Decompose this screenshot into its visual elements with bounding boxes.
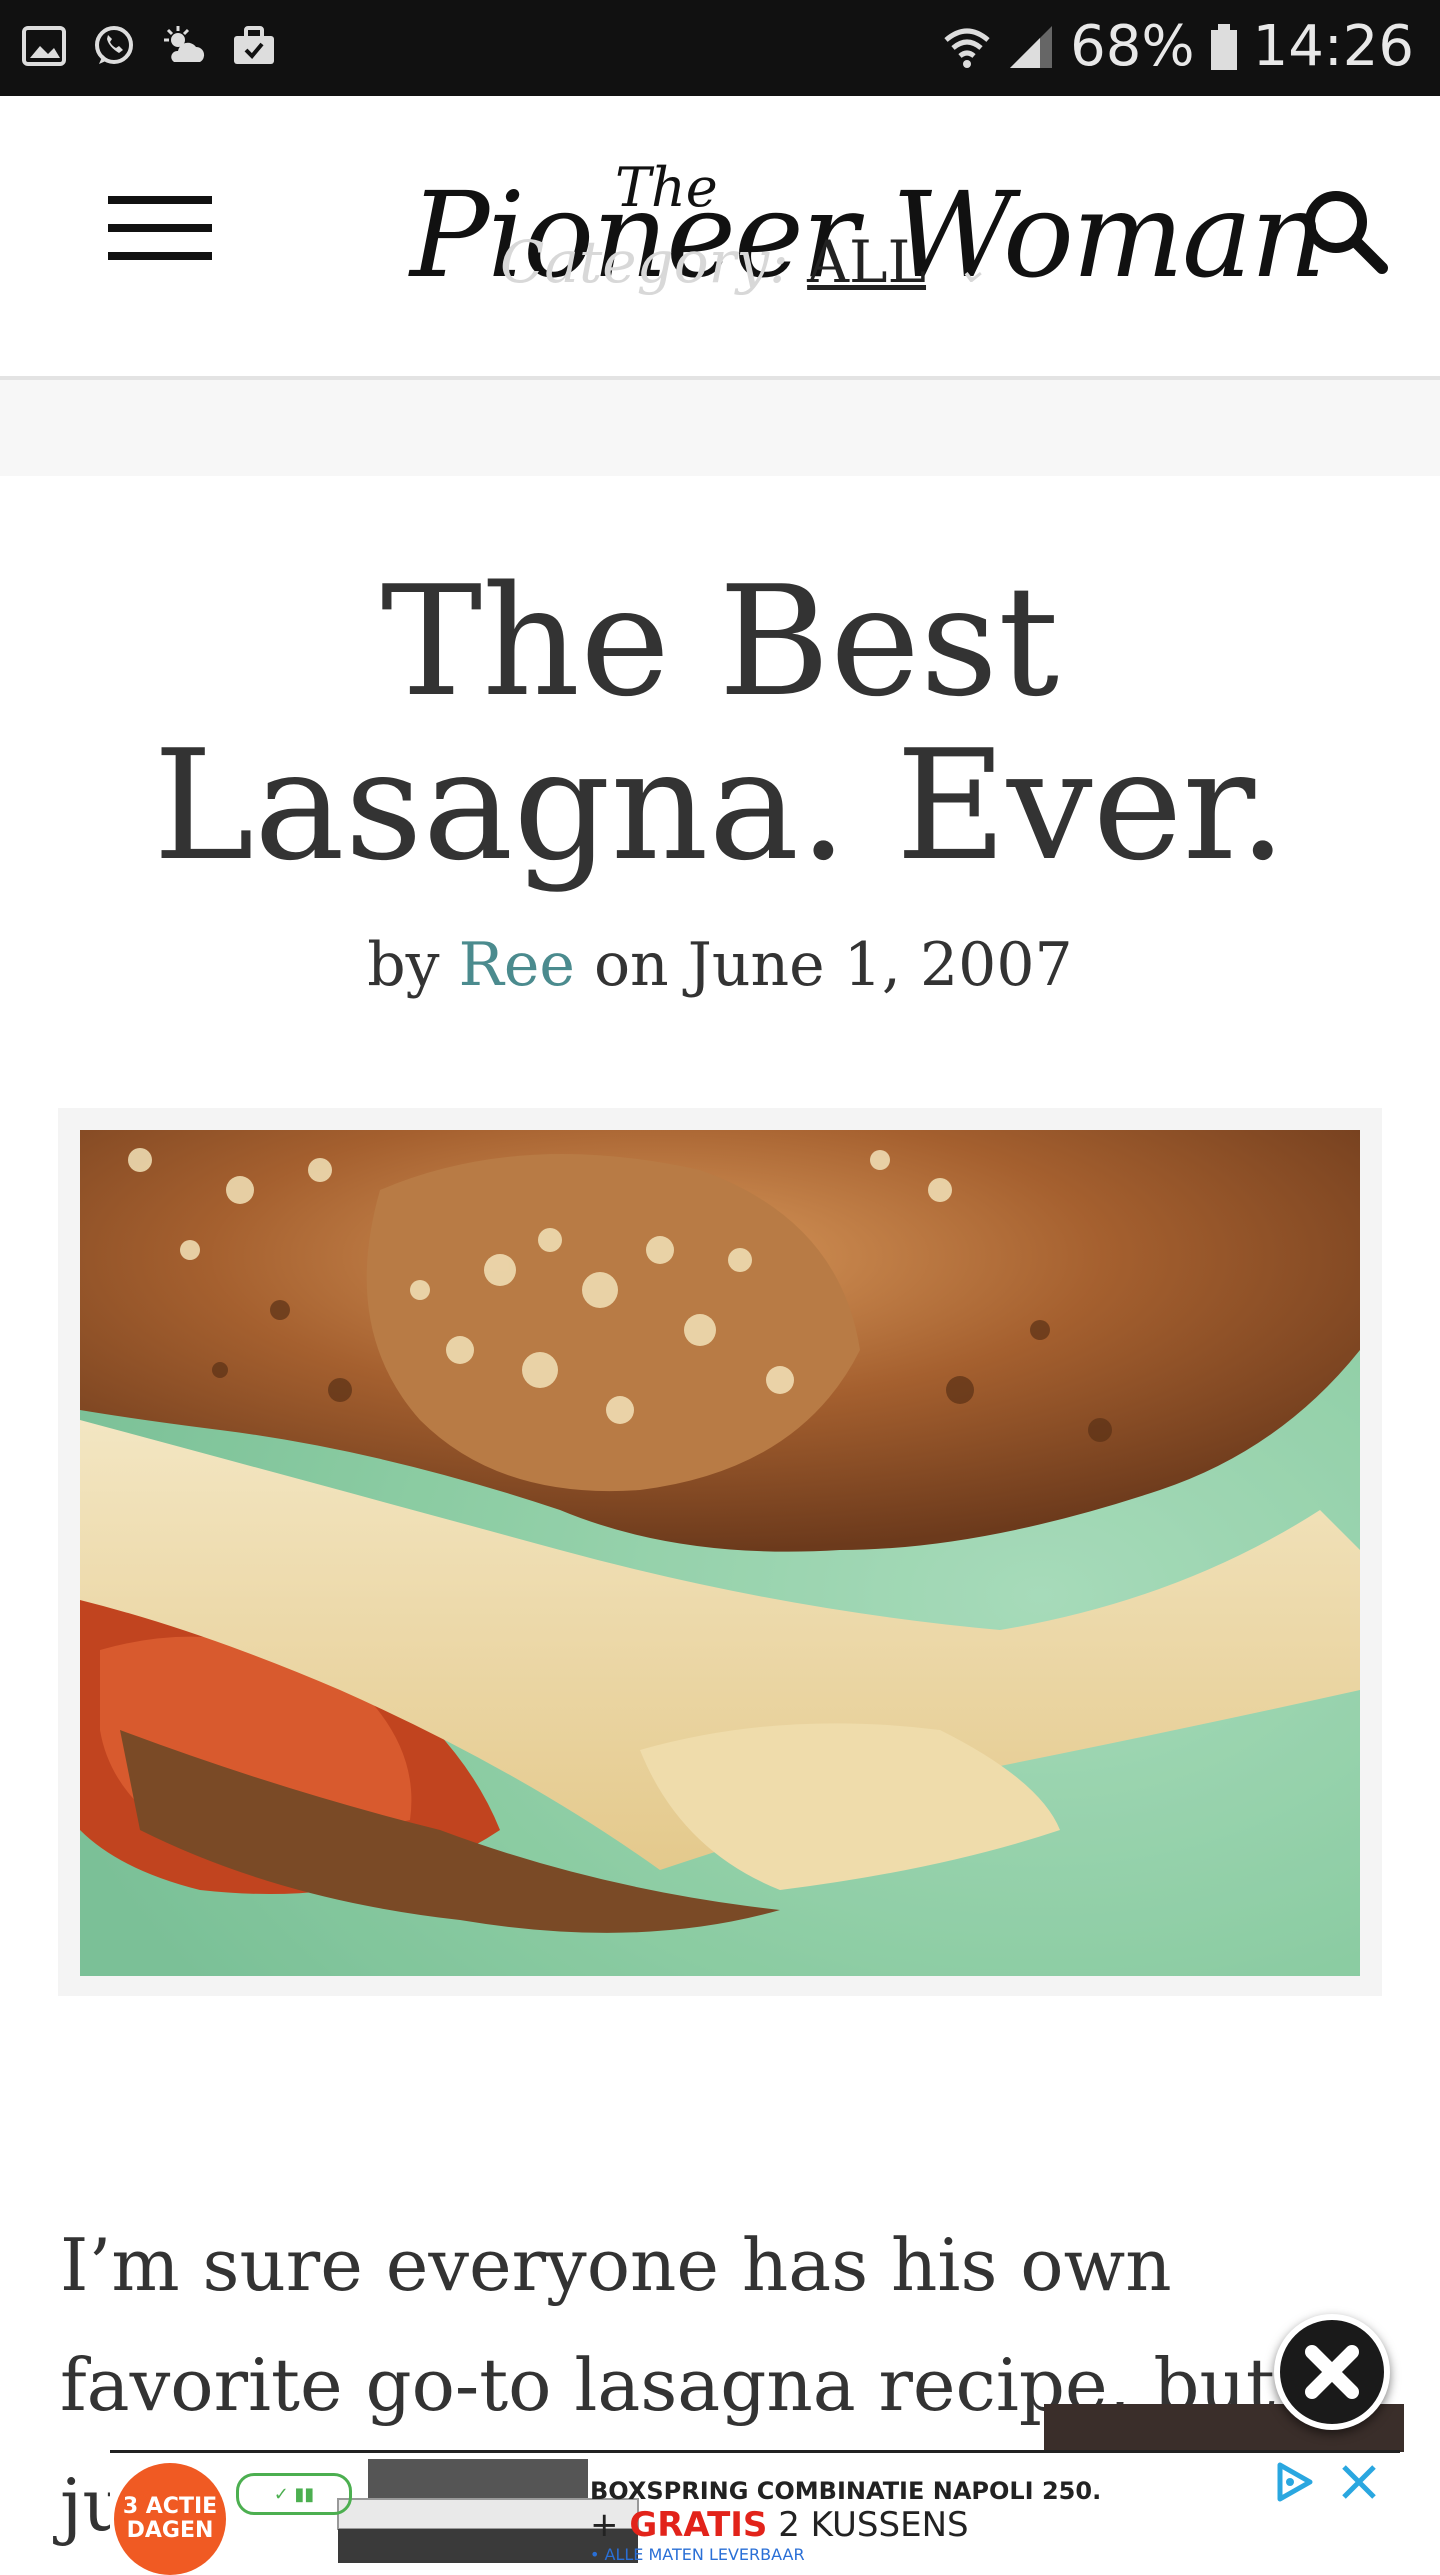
byline-by: by — [367, 930, 440, 1000]
ad-badge: 3 ACTIE DAGEN — [114, 2463, 226, 2575]
signal-icon — [1010, 25, 1053, 68]
article-title: The Best Lasagna. Ever. — [153, 553, 1287, 894]
eco-label-icon: ✓ ▮▮ — [236, 2473, 352, 2515]
lasagna-photo[interactable] — [80, 1130, 1360, 1976]
byline: by Ree on June 1, 2007 — [0, 930, 1440, 1000]
subheader-band — [0, 380, 1440, 476]
battery-icon — [1210, 23, 1237, 70]
ad-plus: + — [590, 2505, 619, 2545]
close-icon[interactable] — [1334, 2457, 1384, 2507]
system-indicators: 68% 14:26 — [942, 14, 1414, 79]
body-line: I’m sure everyone has his own — [60, 2223, 1172, 2307]
ad-banner[interactable]: 3 ACTIE DAGEN ✓ ▮▮ BOXSPRING COMBINATIE … — [110, 2450, 1400, 2575]
ad-headline: BOXSPRING COMBINATIE NAPOLI 250. — [590, 2477, 1102, 2505]
ad-offer: + GRATIS 2 KUSSENS — [590, 2505, 969, 2545]
category-filter[interactable]: Category: ALL ⌄ — [500, 228, 988, 296]
category-label: Category: — [500, 228, 789, 296]
ad-offer-text: 2 KUSSENS — [778, 2505, 969, 2545]
whatsapp-icon — [95, 26, 133, 64]
author-link[interactable]: Ree — [459, 930, 575, 1000]
publish-date: on June 1, 2007 — [593, 930, 1073, 1000]
briefcase-icon — [234, 26, 274, 64]
category-value: ALL — [807, 228, 927, 296]
gallery-icon — [22, 26, 66, 66]
adchoices-icon[interactable] — [1268, 2457, 1318, 2507]
weather-icon — [164, 26, 205, 62]
notification-icons — [20, 22, 278, 70]
clock: 14:26 — [1252, 14, 1414, 79]
status-bar: 68% 14:26 — [0, 0, 1440, 96]
ad-gratis: GRATIS — [629, 2505, 768, 2545]
wifi-icon — [944, 28, 990, 68]
chevron-down-icon: ⌄ — [954, 246, 988, 292]
ad-badge-line2: DAGEN — [126, 2518, 214, 2543]
menu-icon[interactable] — [108, 196, 212, 260]
ad-small-print: • ALLE MATEN LEVERBAAR — [590, 2545, 805, 2564]
ad-badge-line1: 3 ACTIE — [122, 2494, 218, 2519]
search-icon[interactable] — [1298, 184, 1390, 276]
battery-percent: 68% — [1070, 14, 1195, 79]
close-ad-button[interactable] — [1274, 2314, 1390, 2430]
